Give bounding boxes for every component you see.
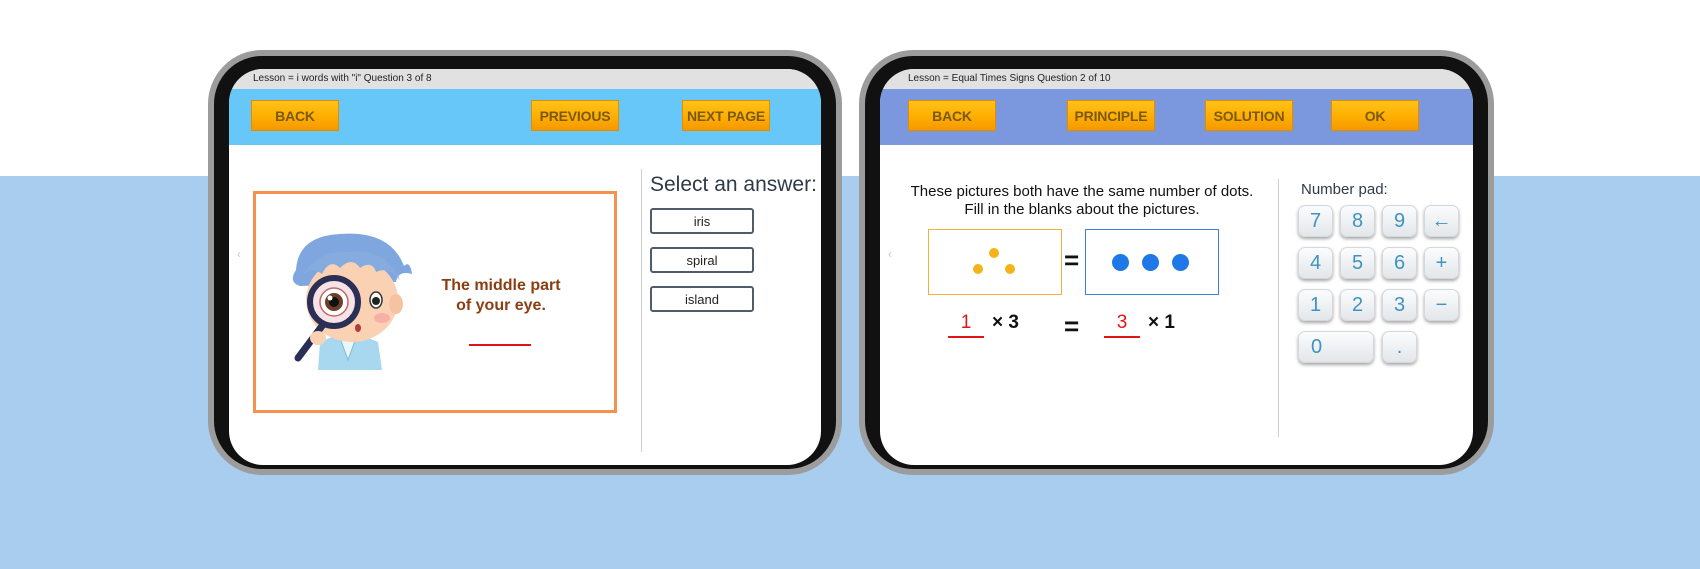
- key-7[interactable]: 7: [1298, 205, 1333, 237]
- decimal-key[interactable]: .: [1382, 331, 1417, 363]
- previous-button[interactable]: PREVIOUS: [531, 100, 619, 131]
- solution-button[interactable]: SOLUTION: [1205, 100, 1293, 131]
- key-6[interactable]: 6: [1382, 247, 1417, 279]
- ok-button[interactable]: OK: [1331, 100, 1419, 131]
- nav-bar: BACK PREVIOUS NEXT PAGE: [229, 89, 821, 145]
- prompt-line-1: The middle part: [441, 277, 561, 294]
- yellow-dots-box: [928, 229, 1062, 295]
- key-1[interactable]: 1: [1298, 289, 1333, 321]
- boy-magnifier-illustration: [292, 233, 412, 370]
- left-answer-blank[interactable]: [948, 336, 984, 338]
- key-4[interactable]: 4: [1298, 247, 1333, 279]
- blue-dot: [1172, 254, 1189, 271]
- blue-dots-box: [1085, 229, 1219, 295]
- blue-dot: [1142, 254, 1159, 271]
- key-5[interactable]: 5: [1340, 247, 1375, 279]
- chevron-left-icon[interactable]: ‹: [888, 247, 892, 261]
- next-page-button[interactable]: NEXT PAGE: [682, 100, 770, 131]
- yellow-dot: [989, 248, 999, 258]
- instruction-line-2: Fill in the blanks about the pictures.: [964, 201, 1200, 218]
- lesson-header: Lesson = Equal Times Signs Question 2 of…: [880, 69, 1473, 89]
- question-prompt: The middle part of your eye.: [426, 276, 576, 316]
- number-pad-title: Number pad:: [1301, 181, 1388, 198]
- key-3[interactable]: 3: [1382, 289, 1417, 321]
- tablet-math-lesson: Lesson = Equal Times Signs Question 2 of…: [859, 50, 1494, 475]
- key-9[interactable]: 9: [1382, 205, 1417, 237]
- principle-button[interactable]: PRINCIPLE: [1067, 100, 1155, 131]
- right-answer-blank[interactable]: [1104, 336, 1140, 338]
- chevron-left-icon[interactable]: ‹: [237, 247, 241, 261]
- yellow-dot: [1005, 264, 1015, 274]
- instruction-line-1: These pictures both have the same number…: [910, 183, 1254, 200]
- select-answer-title: Select an answer:: [650, 173, 817, 196]
- lesson-screen: Lesson = i words with "i" Question 3 of …: [229, 69, 821, 465]
- answer-option-island[interactable]: island: [650, 286, 754, 312]
- back-button[interactable]: BACK: [908, 100, 996, 131]
- minus-key[interactable]: −: [1424, 289, 1459, 321]
- lesson-screen: Lesson = Equal Times Signs Question 2 of…: [880, 69, 1473, 465]
- key-8[interactable]: 8: [1340, 205, 1375, 237]
- answer-option-spiral[interactable]: spiral: [650, 247, 754, 273]
- instructions: These pictures both have the same number…: [892, 183, 1272, 219]
- left-answer-value[interactable]: 1: [948, 312, 984, 334]
- answer-blank: [469, 344, 531, 346]
- equals-sign: =: [1064, 311, 1080, 341]
- left-times-expression: × 3: [992, 312, 1019, 333]
- blue-dot: [1112, 254, 1129, 271]
- nav-bar: BACK PRINCIPLE SOLUTION OK: [880, 89, 1473, 145]
- backspace-key[interactable]: ←: [1424, 205, 1459, 237]
- answer-option-iris[interactable]: iris: [650, 208, 754, 234]
- back-button[interactable]: BACK: [251, 100, 339, 131]
- prompt-line-2: of your eye.: [456, 297, 546, 314]
- right-answer-value[interactable]: 3: [1104, 312, 1140, 334]
- right-times-expression: × 1: [1148, 312, 1175, 333]
- tablet-phonics-lesson: Lesson = i words with "i" Question 3 of …: [208, 50, 842, 475]
- question-picture-frame: The middle part of your eye.: [253, 191, 617, 413]
- yellow-dot: [973, 264, 983, 274]
- lesson-header: Lesson = i words with "i" Question 3 of …: [229, 69, 821, 89]
- equals-sign: =: [1064, 245, 1080, 275]
- divider: [641, 169, 642, 452]
- divider: [1278, 179, 1279, 437]
- key-2[interactable]: 2: [1340, 289, 1375, 321]
- plus-key[interactable]: +: [1424, 247, 1459, 279]
- key-0[interactable]: 0: [1298, 331, 1374, 363]
